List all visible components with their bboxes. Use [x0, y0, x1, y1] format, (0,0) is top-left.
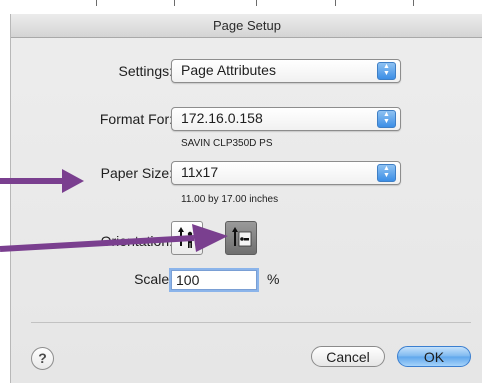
- landscape-orientation-button[interactable]: [225, 221, 257, 255]
- ruler-tick: [413, 0, 414, 6]
- format-for-label: Format For:: [99, 111, 173, 127]
- scale-label: Scale:: [134, 271, 173, 287]
- landscape-icon: [232, 227, 252, 247]
- paper-size-popup[interactable]: 11x17 ▲ ▼: [171, 161, 401, 185]
- ruler-tick: [335, 0, 336, 6]
- printer-description: SAVIN CLP350D PS: [181, 138, 273, 149]
- paper-size-value: 11x17: [181, 164, 219, 180]
- settings-value: Page Attributes: [181, 62, 276, 78]
- window-title: Page Setup: [213, 18, 281, 33]
- portrait-orientation-button[interactable]: [171, 221, 203, 255]
- popup-arrows-icon: ▲ ▼: [377, 62, 396, 80]
- portrait-icon: [178, 227, 193, 248]
- scale-unit: %: [267, 271, 280, 287]
- ruler-tick: [256, 0, 257, 6]
- format-for-popup[interactable]: 172.16.0.158 ▲ ▼: [171, 107, 401, 131]
- page-setup-dialog: Page Setup Settings: Page Attributes ▲ ▼ …: [10, 14, 482, 383]
- ok-button[interactable]: OK: [397, 346, 471, 367]
- settings-popup[interactable]: Page Attributes ▲ ▼: [171, 59, 401, 83]
- screenshot-stage: Page Setup Settings: Page Attributes ▲ ▼ …: [0, 0, 482, 383]
- title-bar[interactable]: Page Setup: [11, 14, 482, 38]
- popup-arrows-icon: ▲ ▼: [377, 164, 396, 182]
- ruler-tick: [96, 0, 97, 6]
- cancel-button[interactable]: Cancel: [311, 346, 385, 367]
- paper-dimensions: 11.00 by 17.00 inches: [181, 194, 279, 205]
- help-button[interactable]: ?: [31, 347, 54, 370]
- paper-size-label: Paper Size:: [100, 165, 173, 181]
- popup-arrows-icon: ▲ ▼: [377, 110, 396, 128]
- ruler-strip: [0, 0, 482, 14]
- divider: [31, 322, 471, 323]
- orientation-label: Orientation:: [100, 233, 173, 249]
- settings-label: Settings:: [118, 63, 173, 79]
- format-for-value: 172.16.0.158: [181, 110, 263, 126]
- scale-input[interactable]: 100: [171, 270, 257, 290]
- ruler-tick: [174, 0, 175, 6]
